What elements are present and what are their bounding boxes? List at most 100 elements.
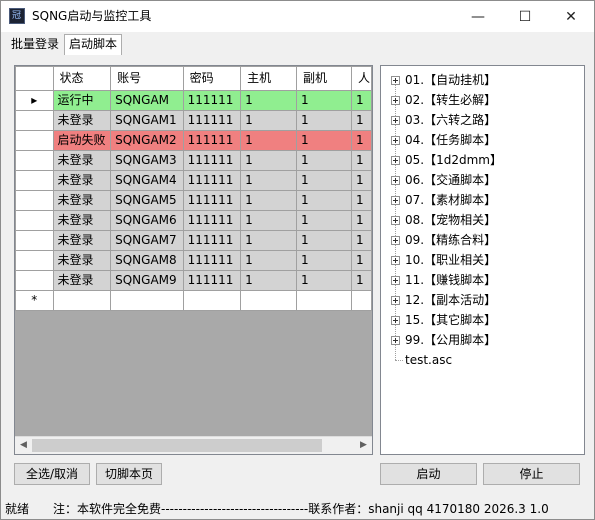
cell-status[interactable]: 未登录: [52, 250, 112, 271]
cell-host[interactable]: 1: [240, 210, 298, 231]
cell-extra[interactable]: 1: [351, 130, 372, 151]
column-header-host[interactable]: 主机: [240, 66, 298, 91]
cell-status[interactable]: 启动失败: [52, 130, 112, 151]
row-header[interactable]: [15, 210, 54, 231]
expand-plus-icon[interactable]: [391, 216, 400, 225]
cell-account[interactable]: SQNGAM6: [110, 210, 184, 231]
cell-sub[interactable]: 1: [296, 170, 353, 191]
row-header[interactable]: [15, 130, 54, 151]
cell-password[interactable]: 111111: [182, 90, 242, 111]
cell-extra[interactable]: 1: [351, 250, 372, 271]
new-row-cell[interactable]: [110, 290, 184, 311]
expand-plus-icon[interactable]: [391, 196, 400, 205]
cell-status[interactable]: 未登录: [52, 270, 112, 291]
expand-plus-icon[interactable]: [391, 316, 400, 325]
expand-plus-icon[interactable]: [391, 176, 400, 185]
cell-password[interactable]: 111111: [182, 110, 242, 131]
cell-status[interactable]: 运行中: [52, 90, 112, 111]
row-header[interactable]: [15, 110, 54, 131]
cell-password[interactable]: 111111: [182, 250, 242, 271]
new-row[interactable]: *: [15, 290, 372, 311]
cell-host[interactable]: 1: [240, 170, 298, 191]
cell-extra[interactable]: 1: [351, 270, 372, 291]
cell-account[interactable]: SQNGAM5: [110, 190, 184, 211]
table-row[interactable]: 未登录 SQNGAM9 111111 1 1 1: [15, 270, 372, 291]
expand-plus-icon[interactable]: [391, 136, 400, 145]
cell-host[interactable]: 1: [240, 190, 298, 211]
expand-plus-icon[interactable]: [391, 76, 400, 85]
table-row[interactable]: 未登录 SQNGAM8 111111 1 1 1: [15, 250, 372, 271]
expand-plus-icon[interactable]: [391, 256, 400, 265]
cell-account[interactable]: SQNGAM3: [110, 150, 184, 171]
column-header-status[interactable]: 状态: [52, 66, 112, 91]
expand-plus-icon[interactable]: [391, 276, 400, 285]
cell-host[interactable]: 1: [240, 270, 298, 291]
cell-password[interactable]: 111111: [182, 230, 242, 251]
cell-account[interactable]: SQNGAM1: [110, 110, 184, 131]
cell-password[interactable]: 111111: [182, 210, 242, 231]
cell-sub[interactable]: 1: [296, 230, 353, 251]
cell-extra[interactable]: 1: [351, 90, 372, 111]
table-row[interactable]: 未登录 SQNGAM3 111111 1 1 1: [15, 150, 372, 171]
cell-status[interactable]: 未登录: [52, 150, 112, 171]
cell-status[interactable]: 未登录: [52, 190, 112, 211]
close-button[interactable]: ✕: [548, 1, 594, 32]
cell-extra[interactable]: 1: [351, 210, 372, 231]
expand-plus-icon[interactable]: [391, 236, 400, 245]
cell-password[interactable]: 111111: [182, 170, 242, 191]
column-header-account[interactable]: 账号: [110, 66, 184, 91]
cell-status[interactable]: 未登录: [52, 170, 112, 191]
cell-sub[interactable]: 1: [296, 150, 353, 171]
title-bar[interactable]: 冠 SQNG启动与监控工具 — ☐ ✕: [1, 1, 594, 32]
row-header[interactable]: [15, 190, 54, 211]
script-tree[interactable]: 01.【自动挂机】 02.【转生必解】 03.【六转之路】 04.【任务脚本】 05.【…: [380, 65, 585, 455]
switch-page-button[interactable]: 切脚本页: [96, 463, 162, 485]
cell-password[interactable]: 111111: [182, 130, 242, 151]
start-button[interactable]: 启动: [380, 463, 477, 485]
scroll-right-icon[interactable]: ▶: [355, 437, 372, 454]
cell-host[interactable]: 1: [240, 250, 298, 271]
new-row-cell[interactable]: [240, 290, 298, 311]
row-header[interactable]: [15, 170, 54, 191]
cell-extra[interactable]: 1: [351, 190, 372, 211]
minimize-button[interactable]: —: [455, 1, 501, 32]
expand-plus-icon[interactable]: [391, 116, 400, 125]
expand-plus-icon[interactable]: [391, 296, 400, 305]
column-header-extra[interactable]: 人: [351, 66, 372, 91]
cell-status[interactable]: 未登录: [52, 110, 112, 131]
new-row-cell[interactable]: [296, 290, 353, 311]
expand-plus-icon[interactable]: [391, 336, 400, 345]
tab-batch-login[interactable]: 批量登录: [7, 35, 63, 53]
cell-sub[interactable]: 1: [296, 130, 353, 151]
row-header[interactable]: [15, 250, 54, 271]
cell-host[interactable]: 1: [240, 130, 298, 151]
cell-extra[interactable]: 1: [351, 230, 372, 251]
cell-status[interactable]: 未登录: [52, 210, 112, 231]
maximize-button[interactable]: ☐: [502, 1, 548, 32]
cell-host[interactable]: 1: [240, 90, 298, 111]
horizontal-scrollbar[interactable]: ◀ ▶: [15, 436, 372, 454]
scroll-left-icon[interactable]: ◀: [15, 437, 32, 454]
column-header-sub[interactable]: 副机: [296, 66, 353, 91]
row-header[interactable]: [15, 270, 54, 291]
cell-account[interactable]: SQNGAM2: [110, 130, 184, 151]
cell-password[interactable]: 111111: [182, 150, 242, 171]
cell-sub[interactable]: 1: [296, 270, 353, 291]
cell-sub[interactable]: 1: [296, 190, 353, 211]
cell-extra[interactable]: 1: [351, 170, 372, 191]
table-row[interactable]: 未登录 SQNGAM7 111111 1 1 1: [15, 230, 372, 251]
expand-plus-icon[interactable]: [391, 96, 400, 105]
row-header[interactable]: [15, 150, 54, 171]
cell-account[interactable]: SQNGAM9: [110, 270, 184, 291]
cell-status[interactable]: 未登录: [52, 230, 112, 251]
table-row[interactable]: 未登录 SQNGAM1 111111 1 1 1: [15, 110, 372, 131]
expand-plus-icon[interactable]: [391, 156, 400, 165]
new-row-cell[interactable]: [351, 290, 372, 311]
cell-sub[interactable]: 1: [296, 210, 353, 231]
row-header[interactable]: [15, 230, 54, 251]
cell-sub[interactable]: 1: [296, 90, 353, 111]
cell-account[interactable]: SQNGAM7: [110, 230, 184, 251]
table-row[interactable]: 启动失败 SQNGAM2 111111 1 1 1: [15, 130, 372, 151]
stop-button[interactable]: 停止: [483, 463, 580, 485]
scrollbar-thumb[interactable]: [32, 439, 322, 452]
